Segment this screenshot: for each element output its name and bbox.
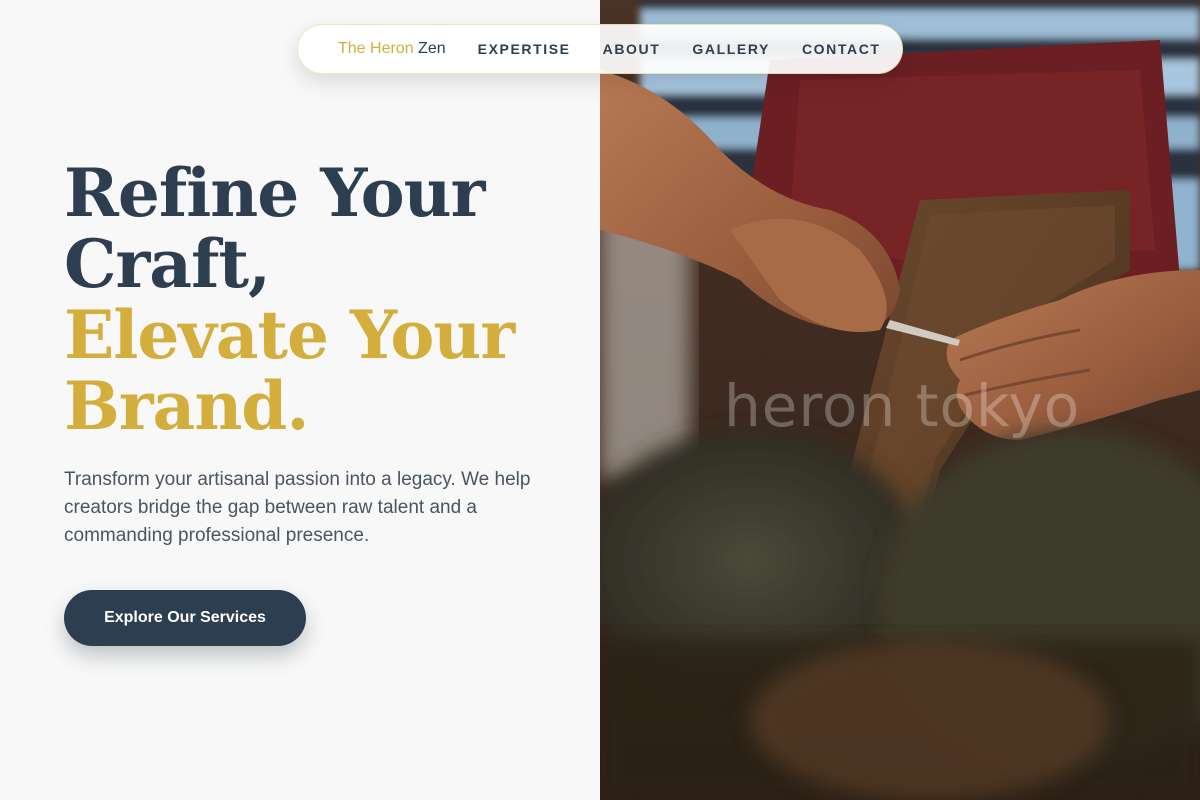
brand-logo[interactable]: The Heron Zen	[338, 40, 446, 58]
hero-photo: heron tokyo	[600, 0, 1200, 800]
explore-services-button[interactable]: Explore Our Services	[64, 590, 306, 646]
headline-line-4: Brand.	[64, 367, 309, 445]
nav-link-expertise[interactable]: EXPERTISE	[478, 41, 571, 57]
watermark-text: heron tokyo	[724, 372, 1081, 440]
hero-headline: Refine Your Craft, Elevate Your Brand.	[64, 154, 515, 445]
headline-line-2: Craft,	[64, 225, 271, 303]
headline-line-3: Elevate Your	[64, 296, 515, 374]
hero-description: Transform your artisanal passion into a …	[64, 469, 531, 546]
headline-line-1: Refine Your	[64, 154, 485, 232]
nav-link-about[interactable]: ABOUT	[603, 41, 661, 57]
brand-prefix: The Heron	[338, 40, 414, 57]
nav-link-gallery[interactable]: GALLERY	[692, 41, 770, 57]
landing-page: heron tokyo The Heron Zen EXPERTISE ABOU…	[0, 0, 1200, 800]
brand-suffix: Zen	[418, 40, 446, 57]
nav-link-contact[interactable]: CONTACT	[802, 41, 881, 57]
top-navigation: The Heron Zen EXPERTISE ABOUT GALLERY CO…	[297, 24, 903, 74]
